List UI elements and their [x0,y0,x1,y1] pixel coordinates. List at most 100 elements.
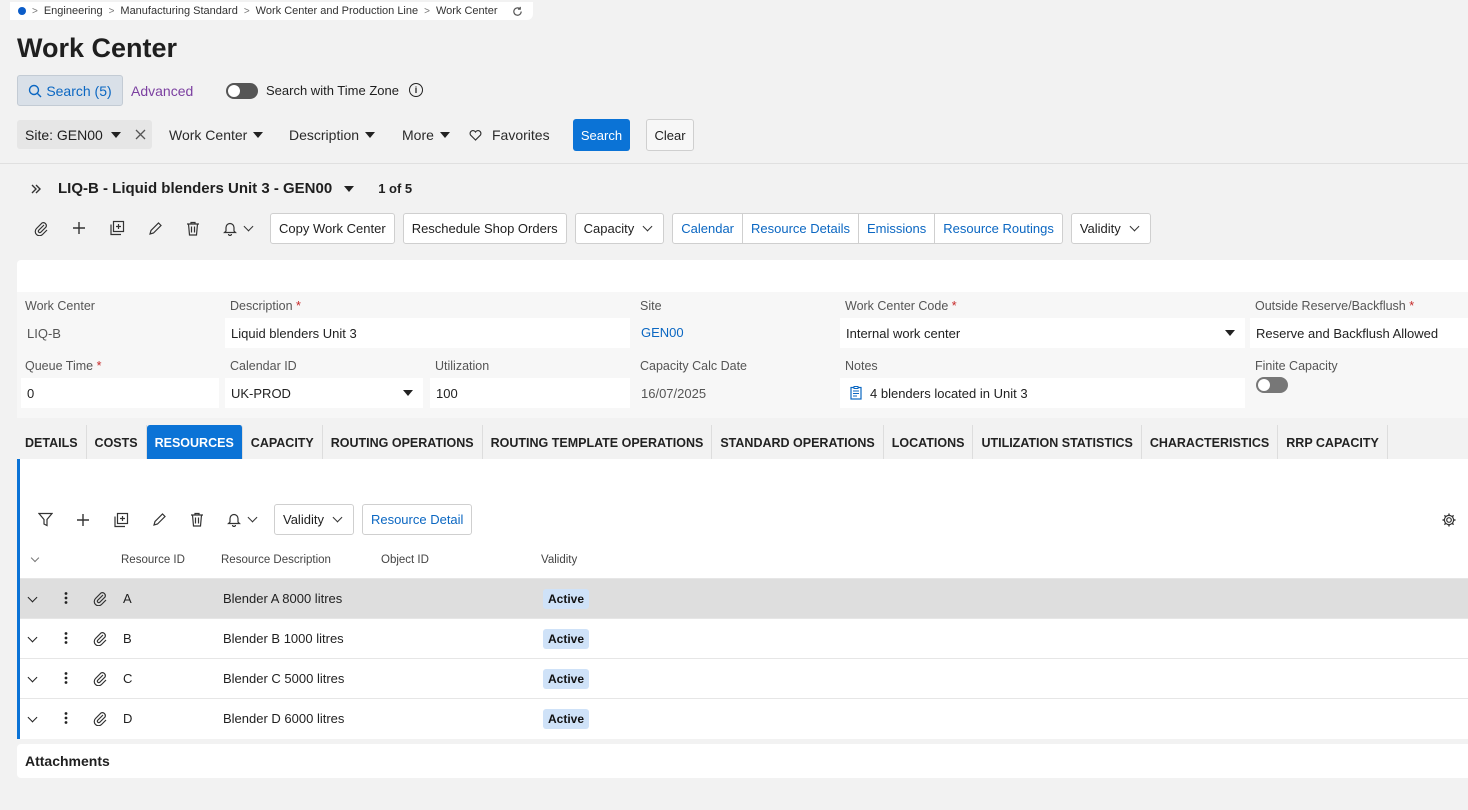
description-field[interactable]: Liquid blenders Unit 3 [225,318,630,348]
calendar-link[interactable]: Calendar [673,214,742,243]
search-tab[interactable]: Search (5) [17,75,123,106]
queue-time-label: Queue Time * [25,359,102,373]
chevron-down-icon [642,221,653,231]
delete-icon[interactable] [178,504,216,536]
table-row[interactable]: C Blender C 5000 litres Active [20,658,1468,698]
edit-icon[interactable] [140,504,178,536]
resource-detail-button[interactable]: Resource Detail [361,504,473,535]
tab-rrp-capacity[interactable]: RRP CAPACITY [1278,425,1388,460]
work-center-filter[interactable]: Work Center [169,127,264,143]
expand-row-chevron-icon[interactable] [27,669,38,684]
table-row[interactable]: D Blender D 6000 litres Active [20,698,1468,738]
more-actions-icon[interactable] [64,711,68,725]
attachment-icon[interactable] [92,590,108,606]
tab-details[interactable]: DETAILS [17,425,87,460]
notes-field[interactable]: 4 blenders located in Unit 3 [840,378,1245,408]
more-actions-icon[interactable] [64,591,68,605]
favorites-filter[interactable]: Favorites [469,127,550,143]
site-filter-chip[interactable]: Site: GEN00 [17,120,152,149]
notification-bell-icon[interactable] [216,504,266,536]
close-icon[interactable] [135,129,146,140]
advanced-tab[interactable]: Advanced [131,83,193,99]
attachment-icon[interactable] [22,212,60,244]
notes-value: 4 blenders located in Unit 3 [870,385,1028,401]
resources-toolbar: Validity Resource Detail [26,503,473,536]
work-center-code-select[interactable]: Internal work center [840,318,1245,348]
tab-locations[interactable]: LOCATIONS [883,425,974,460]
tab-utilization-statistics[interactable]: UTILIZATION STATISTICS [973,425,1142,460]
attachment-icon[interactable] [92,710,108,726]
capacity-dropdown[interactable]: Capacity [574,212,665,244]
delete-icon[interactable] [174,212,212,244]
breadcrumb-work-center-production-line[interactable]: Work Center and Production Line [256,5,418,17]
search-button[interactable]: Search [573,119,630,151]
timezone-toggle[interactable] [226,83,258,99]
tab-characteristics[interactable]: CHARACTERISTICS [1141,425,1279,460]
outside-reserve-select[interactable]: Reserve and Backflush Allowed [1250,318,1468,348]
resource-routings-link[interactable]: Resource Routings [934,213,1062,243]
chevron-down-icon [243,221,253,231]
attachment-icon[interactable] [92,670,108,686]
breadcrumb-manufacturing-standard[interactable]: Manufacturing Standard [120,5,237,17]
page-title: Work Center [17,33,178,63]
more-actions-icon[interactable] [64,631,68,645]
table-row[interactable]: A Blender A 8000 litres Active [20,578,1468,618]
edit-icon[interactable] [136,212,174,244]
search-tab-label: Search (5) [46,82,112,99]
finite-capacity-toggle[interactable] [1256,377,1288,393]
breadcrumb-engineering[interactable]: Engineering [44,5,103,17]
refresh-icon[interactable] [512,6,523,17]
column-object-id[interactable]: Object ID [381,554,429,566]
chevron-right-icon: > [424,5,430,17]
caret-down-icon [1225,330,1235,336]
work-center-value: LIQ-B [27,325,61,341]
emissions-link[interactable]: Emissions [858,213,934,243]
more-filter[interactable]: More [402,127,450,143]
description-filter[interactable]: Description [289,127,376,143]
tab-routing-operations[interactable]: ROUTING OPERATIONS [322,425,483,460]
info-icon[interactable]: i [409,83,423,97]
add-icon[interactable] [60,212,98,244]
table-row[interactable]: B Blender B 1000 litres Active [20,618,1468,658]
more-actions-icon[interactable] [64,671,68,685]
tab-routing-template-operations[interactable]: ROUTING TEMPLATE OPERATIONS [482,425,713,460]
validity-dropdown[interactable]: Validity [274,504,354,535]
duplicate-icon[interactable] [98,212,136,244]
column-validity[interactable]: Validity [541,554,577,566]
clear-button[interactable]: Clear [646,119,694,151]
add-icon[interactable] [64,504,102,536]
calendar-id-select[interactable]: UK-PROD [225,378,423,408]
column-resource-id[interactable]: Resource ID [121,554,185,566]
expand-row-chevron-icon[interactable] [27,629,38,644]
validity-badge: Active [543,669,590,689]
queue-time-field[interactable]: 0 [21,378,219,408]
expand-icon[interactable] [30,183,42,195]
site-link[interactable]: GEN00 [635,317,825,347]
validity-dropdown[interactable]: Validity [1070,212,1151,244]
description-label: Description * [230,299,301,313]
utilization-field[interactable]: 100 [430,378,630,408]
resource-details-link[interactable]: Resource Details [742,213,858,243]
duplicate-icon[interactable] [102,504,140,536]
collapse-all-chevron-icon[interactable] [30,552,40,564]
chevron-down-icon [332,512,343,523]
reschedule-shop-orders-button[interactable]: Reschedule Shop Orders [402,212,567,244]
tab-standard-operations[interactable]: STANDARD OPERATIONS [712,425,884,460]
tab-costs[interactable]: COSTS [86,425,147,460]
resource-description-cell: Blender B 1000 litres [223,631,344,646]
notification-bell-icon[interactable] [212,212,262,244]
copy-work-center-button[interactable]: Copy Work Center [270,212,395,244]
settings-gear-icon[interactable] [1441,512,1457,528]
column-resource-description[interactable]: Resource Description [221,554,331,566]
filter-icon[interactable] [26,504,64,536]
tab-resources[interactable]: RESOURCES [146,425,243,460]
attachments-section[interactable]: Attachments [17,744,1468,778]
expand-row-chevron-icon[interactable] [27,589,38,604]
tab-capacity[interactable]: CAPACITY [242,425,323,460]
home-icon[interactable] [18,7,26,15]
record-select-caret-icon[interactable] [344,185,355,192]
caret-down-icon [403,390,413,396]
attachment-icon[interactable] [92,630,108,646]
expand-row-chevron-icon[interactable] [27,709,38,724]
caret-down-icon[interactable] [110,131,121,138]
